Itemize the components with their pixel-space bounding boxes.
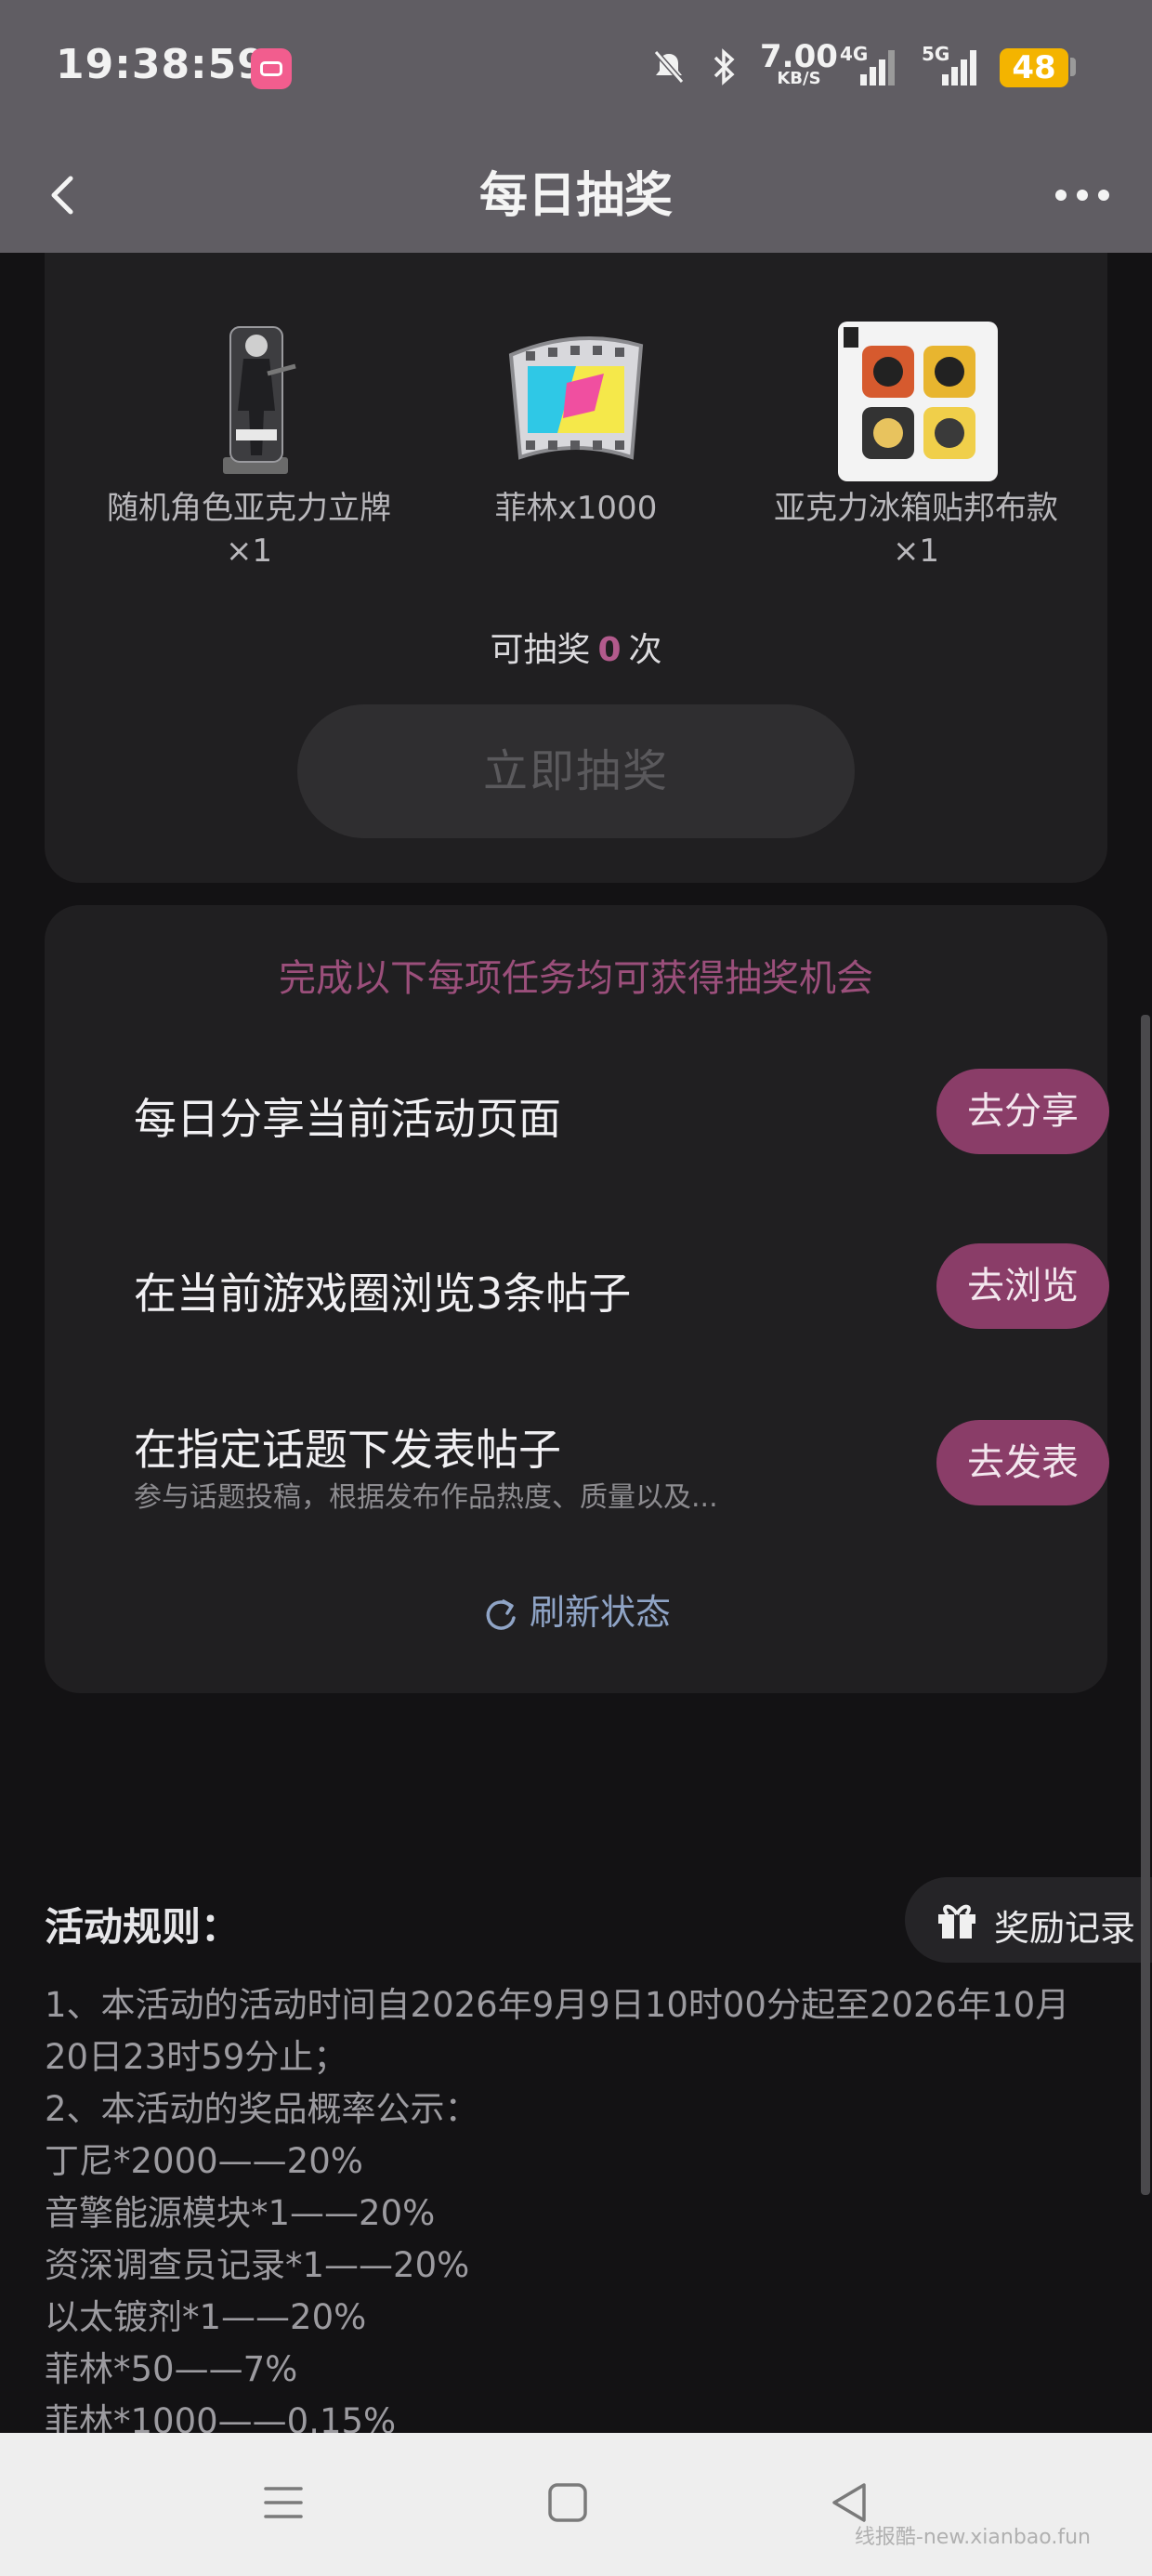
acrylic-stand-icon: [223, 326, 296, 474]
post-button[interactable]: 去发表: [936, 1420, 1109, 1505]
rules-text: 1、本活动的活动时间自2026年9月9日10时00分起至2026年10月20日2…: [45, 1979, 1113, 2448]
draw-count: 可抽奖 0 次: [490, 631, 662, 669]
reward-record-label: 奖励记录: [994, 1908, 1136, 1949]
draw-now-button[interactable]: 立即抽奖: [297, 704, 855, 838]
draw-count-number: 0: [597, 631, 622, 669]
scrollbar[interactable]: [1141, 1015, 1150, 2195]
task-subtitle: 参与话题投稿，根据发布作品热度、质量以及...: [134, 1481, 718, 1514]
battery-indicator: 48: [1000, 48, 1068, 87]
signal-icon: [860, 50, 895, 85]
fridge-magnet-icon: [838, 322, 998, 481]
watermark: 线报酷-new.xianbao.fun: [854, 2526, 1091, 2549]
prize-card: 随机角色亚克力立牌×1 菲林x1000 亚克力冰箱贴邦布款×1 可抽奖 0 次 …: [45, 253, 1107, 883]
prize-label: 亚克力冰箱贴邦布款×1: [774, 490, 1058, 570]
menu-icon[interactable]: [260, 2479, 307, 2526]
refresh-icon: [486, 1598, 516, 1630]
rules-title: 活动规则：: [45, 1904, 241, 1950]
prize-label: 随机角色亚克力立牌×1: [107, 490, 391, 570]
share-button[interactable]: 去分享: [936, 1069, 1109, 1154]
status-bar: 19:38:59 7.00 KB/S 4G 5G 48: [0, 0, 1152, 139]
rules-line: 资深调查员记录*1——20%: [45, 2245, 470, 2285]
rules-line: 以太镀剂*1——20%: [45, 2297, 367, 2337]
status-time: 19:38:59: [56, 41, 267, 88]
rules-line: 菲林*50——7%: [45, 2349, 298, 2389]
more-options-icon[interactable]: [1050, 177, 1115, 214]
rules-line: 丁尼*2000——20%: [45, 2141, 363, 2181]
rules-line: 1、本活动的活动时间自2026年9月9日10时00分起至2026年10月20日2…: [45, 1985, 1070, 2077]
back-nav-icon[interactable]: [827, 2479, 873, 2526]
system-nav-bar: 线报酷-new.xianbao.fun: [0, 2433, 1152, 2576]
task-item: 每日分享当前活动页面 去分享: [134, 1069, 1109, 1154]
rules-line: 2、本活动的奖品概率公示：: [45, 2089, 479, 2129]
mute-icon: [653, 50, 685, 84]
gift-icon: [938, 1904, 975, 1939]
browse-button[interactable]: 去浏览: [936, 1243, 1109, 1329]
film-icon: [508, 336, 644, 460]
rules-line: 音擎能源模块*1——20%: [45, 2193, 436, 2233]
signal-icon-2: [942, 50, 976, 85]
refresh-status-button[interactable]: 刷新状态: [45, 1584, 1107, 1635]
network-speed: 7.00 KB/S: [760, 38, 838, 88]
reward-record-button[interactable]: 奖励记录: [905, 1877, 1152, 1963]
bilibili-app-icon: [251, 48, 292, 89]
title-bar: 每日抽奖: [0, 139, 1152, 253]
refresh-label: 刷新状态: [529, 1592, 671, 1633]
battery-tip: [1070, 58, 1076, 76]
home-icon[interactable]: [544, 2479, 591, 2526]
task-title: 在当前游戏圈浏览3条帖子: [134, 1268, 632, 1319]
task-item: 在当前游戏圈浏览3条帖子 去浏览: [134, 1236, 1109, 1329]
task-item: 在指定话题下发表帖子 参与话题投稿，根据发布作品热度、质量以及... 去发表: [134, 1416, 1109, 1528]
task-title: 每日分享当前活动页面: [134, 1094, 561, 1144]
prize-label: 菲林x1000: [494, 490, 658, 527]
task-title: 在指定话题下发表帖子: [134, 1425, 561, 1475]
bluetooth-icon: [713, 48, 735, 85]
task-header: 完成以下每项任务均可获得抽奖机会: [279, 957, 873, 1000]
status-icons: 7.00 KB/S 4G 5G 48: [650, 37, 1087, 102]
page-title: 每日抽奖: [478, 168, 673, 224]
task-card: 完成以下每项任务均可获得抽奖机会 每日分享当前活动页面 去分享 在当前游戏圈浏览…: [45, 905, 1109, 1693]
